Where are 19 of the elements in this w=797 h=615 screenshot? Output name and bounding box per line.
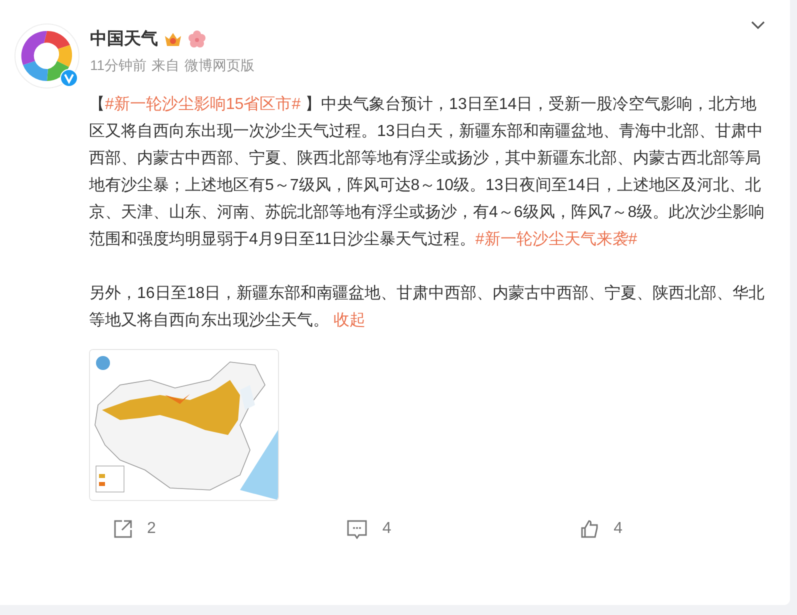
post-time[interactable]: 11分钟前 xyxy=(90,55,147,75)
comment-icon xyxy=(346,519,368,539)
hashtag-link[interactable]: #新一轮沙尘影响15省区市# xyxy=(105,96,301,113)
post-text: 另外，16日至18日，新疆东部和南疆盆地、甘肃中西部、内蒙古中西部、宁夏、陕西北部、华北等地又将自西向东出现沙尘天气。 收起 xyxy=(89,284,766,331)
chevron-down-icon[interactable] xyxy=(750,20,766,30)
collapse-link[interactable]: 收起 xyxy=(333,312,366,329)
hashtag-link[interactable]: #新一轮沙尘天气来袭# xyxy=(475,231,638,248)
post-text: 【#新一轮沙尘影响15省区市# 】中央气象台预计，13日至14日，受新一股冷空气影响，北方地区又将自西向东出现一次沙尘天气过程。13日白天，新疆东部和南疆盆地、青海中北部、甘肃中西部、内蒙古中西部、宁夏、陕西北部等地有浮尘或扬沙，其中新疆东北部、内蒙古西北部等局地有沙尘暴；上述地区有5～7级风，阵风可达8～10级。13日夜间至14日，上述地区及河北、北京、天津、山东、河南、苏皖北部等地有浮尘或扬沙，有4～6级风，阵风7～8级。此次沙尘影响范围和强度均明显弱于4月9日至11日沙尘暴天气过程。#新一轮沙尘天气来袭# xyxy=(89,94,766,250)
action-count[interactable]: 2 xyxy=(147,517,156,541)
action-count[interactable]: 4 xyxy=(382,517,392,541)
crown-icon xyxy=(164,31,182,47)
flower-icon xyxy=(188,30,206,48)
author-name[interactable]: 中国天气 xyxy=(90,27,158,51)
source-label: 来自 xyxy=(152,56,180,75)
share-icon xyxy=(113,519,133,539)
thumbs-up-icon xyxy=(580,519,600,539)
post-source: 微博网页版 xyxy=(184,56,255,75)
action-count[interactable]: 4 xyxy=(614,517,623,541)
avatar[interactable] xyxy=(14,23,80,89)
